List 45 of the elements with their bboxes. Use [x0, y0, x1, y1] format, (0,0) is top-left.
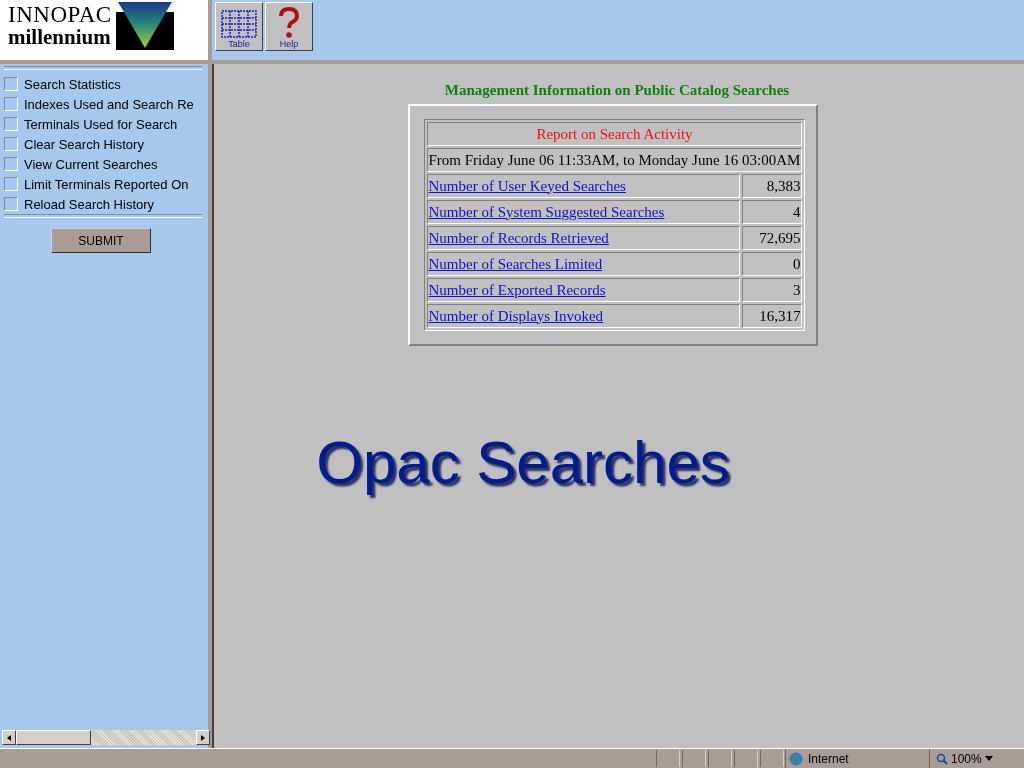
checkbox[interactable] — [4, 197, 18, 211]
table-button[interactable]: Table — [215, 2, 263, 51]
logo-text: millennium — [8, 26, 112, 48]
status-panel — [682, 750, 706, 767]
zoom-control[interactable]: 100% — [929, 749, 1018, 768]
zone-label: Internet — [808, 751, 849, 766]
report-title: Report on Search Activity — [426, 122, 803, 146]
question-mark-icon — [277, 7, 301, 39]
option-label[interactable]: Reload Search History — [24, 196, 155, 212]
checkbox[interactable] — [4, 157, 18, 171]
grid-icon — [220, 9, 258, 39]
logo-text: INNOPAC — [8, 4, 112, 26]
right-arrow-icon — [201, 734, 205, 741]
help-button[interactable]: Help — [265, 2, 313, 51]
globe-icon — [789, 751, 803, 766]
dropdown-arrow-icon — [984, 756, 993, 761]
report-period: From Friday June 06 11:33AM, to Monday June 16 03:00AM — [426, 148, 803, 172]
submit-button[interactable]: SUBMIT — [51, 228, 151, 253]
stat-value: 8,383 — [742, 174, 803, 198]
left-arrow-icon — [7, 734, 11, 741]
checkbox[interactable] — [4, 97, 18, 111]
option-label[interactable]: Limit Terminals Reported On — [24, 176, 189, 192]
stat-value: 0 — [742, 252, 803, 276]
option-label[interactable]: Clear Search History — [24, 136, 144, 152]
checkbox[interactable] — [4, 77, 18, 91]
option-label[interactable]: Terminals Used for Search — [24, 116, 178, 132]
stat-value: 3 — [742, 278, 803, 302]
checkbox[interactable] — [4, 177, 18, 191]
status-panel — [708, 750, 732, 767]
option-label[interactable]: Search Statistics — [24, 76, 121, 92]
status-panel — [760, 750, 784, 767]
status-panel — [734, 750, 758, 767]
triangle-logo-icon — [115, 0, 174, 50]
stat-value: 16,317 — [742, 304, 803, 328]
checkbox[interactable] — [4, 117, 18, 131]
stat-value: 72,695 — [742, 226, 803, 250]
horizontal-scrollbar[interactable] — [2, 730, 210, 745]
option-label[interactable]: View Current Searches — [24, 156, 158, 172]
stat-value: 4 — [742, 200, 803, 224]
slide-title: Opac Searches — [316, 428, 730, 497]
status-panel — [656, 750, 680, 767]
magnifier-icon — [936, 752, 948, 765]
checkbox[interactable] — [4, 137, 18, 151]
report-heading: Management Information on Public Catalog Searches — [444, 82, 790, 99]
option-label[interactable]: Indexes Used and Search Re — [24, 96, 194, 112]
